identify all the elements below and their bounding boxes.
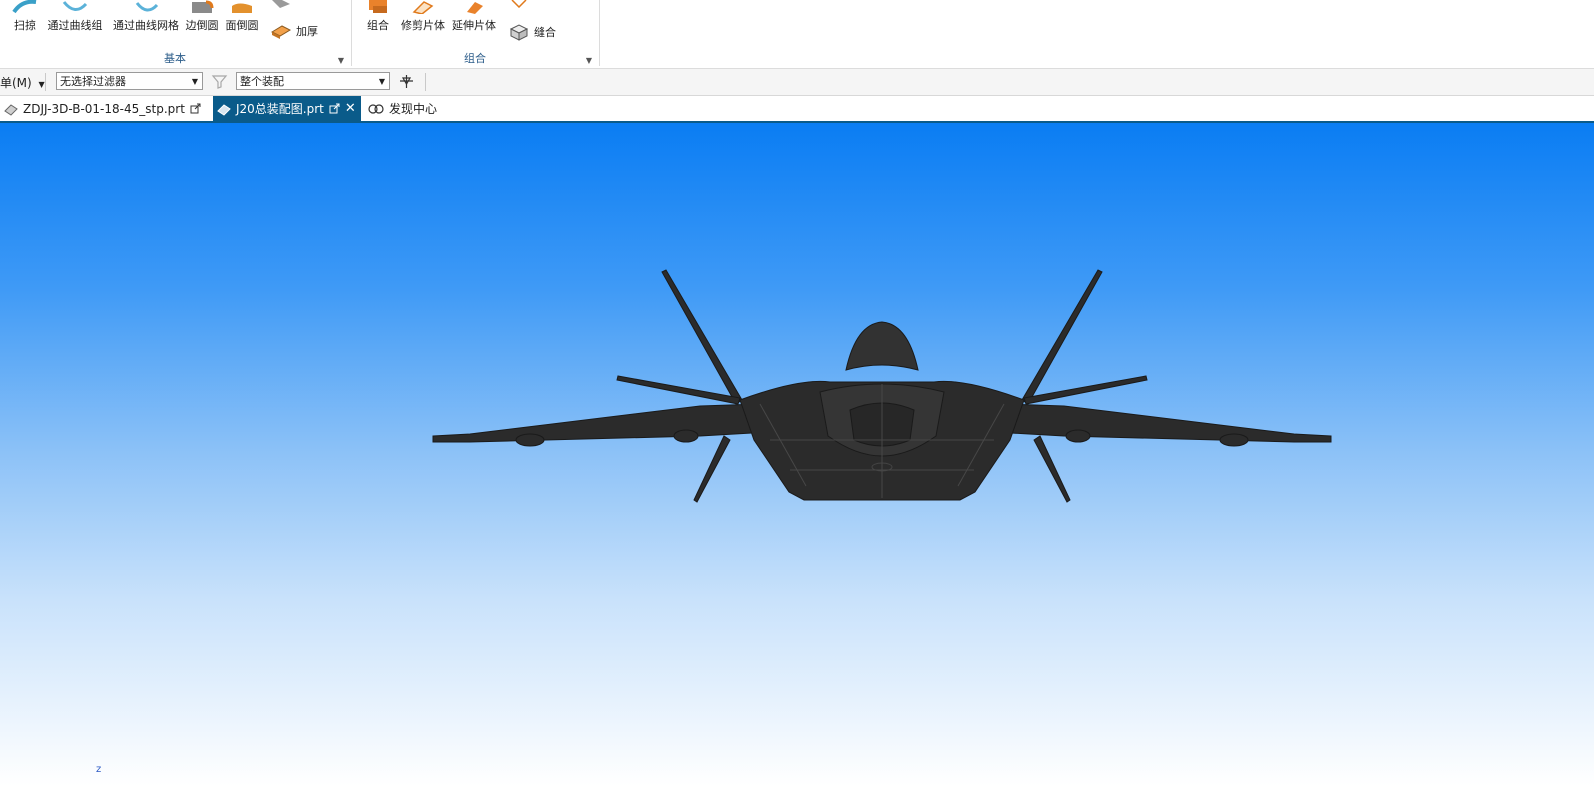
ribbon-group-basic-label: 基本: [164, 52, 186, 65]
extend-sheet-label: 延伸片体: [452, 19, 496, 32]
type-filter-value: 无选择过滤器: [60, 75, 126, 88]
ribbon: 扫掠 通过曲线组 通过曲线网格 边倒圆 面倒圆 加厚 基本 ▼ 组合 修剪片体 …: [0, 0, 1594, 69]
toolbar-divider: [425, 73, 426, 91]
snap-point-icon[interactable]: [397, 73, 417, 91]
curve-mesh-icon: [135, 2, 159, 12]
tab-label: J20总装配图.prt: [236, 102, 324, 116]
graphics-viewport[interactable]: z: [0, 123, 1594, 786]
part-file-icon: [217, 103, 231, 116]
toolbar-divider: [45, 73, 46, 91]
trim-sheet-label: 修剪片体: [401, 19, 445, 32]
menu-button[interactable]: 单(M) ▼: [0, 74, 45, 91]
tab-discovery-center[interactable]: 发现中心: [364, 96, 444, 121]
edge-blend-label: 边倒圆: [185, 19, 219, 32]
sew-icon: [509, 24, 529, 41]
sweep-label: 扫掠: [14, 19, 36, 32]
thicken-label: 加厚: [296, 25, 318, 38]
type-filter-dropdown[interactable]: 无选择过滤器 ▼: [56, 72, 203, 90]
triad-z-label: z: [96, 764, 102, 775]
extend-sheet-icon: [467, 2, 483, 14]
sew-label: 缝合: [534, 26, 556, 39]
sweep-icon: [12, 0, 37, 14]
thicken-button[interactable]: 加厚: [270, 22, 318, 40]
extend-sheet-button[interactable]: 延伸片体: [451, 0, 497, 33]
discovery-icon: [368, 103, 384, 114]
close-icon[interactable]: ✕: [345, 101, 356, 116]
sweep-button[interactable]: 扫掠: [10, 0, 40, 33]
trim-sheet-button[interactable]: 修剪片体: [400, 0, 446, 33]
through-curves-button[interactable]: 通过曲线组: [46, 0, 104, 33]
part-file-icon: [4, 103, 18, 116]
face-blend-label: 面倒圆: [225, 19, 259, 32]
tab-label: ZDJJ-3D-B-01-18-45_stp.prt: [23, 101, 185, 116]
selection-scope-dropdown[interactable]: 整个装配 ▼: [236, 72, 390, 90]
external-edit-icon[interactable]: [190, 103, 201, 114]
ribbon-group-basic: 扫掠 通过曲线组 通过曲线网格 边倒圆 面倒圆 加厚 基本 ▼: [0, 0, 350, 68]
tab-j20-assembly[interactable]: J20总装配图.prt ✕: [213, 96, 361, 121]
ribbon-group-combine: 组合 修剪片体 延伸片体 缝合 组合 ▼: [352, 0, 598, 68]
ribbon-group-combine-label: 组合: [464, 52, 486, 65]
chevron-down-icon: ▼: [191, 77, 198, 86]
chevron-down-icon: ▼: [38, 80, 45, 89]
group-expand-icon[interactable]: ▼: [338, 56, 344, 65]
group-divider: [599, 0, 600, 66]
sew-button[interactable]: 缝合: [508, 22, 556, 42]
thicken-icon: [270, 25, 292, 39]
aircraft-model[interactable]: [0, 123, 1594, 786]
external-edit-icon[interactable]: [329, 103, 340, 114]
tab-zdjj-part[interactable]: ZDJJ-3D-B-01-18-45_stp.prt: [0, 96, 212, 121]
through-curves-label: 通过曲线组: [47, 19, 103, 32]
combine-button[interactable]: 组合: [362, 0, 394, 33]
edge-blend-icon: [192, 0, 214, 13]
selection-scope-value: 整个装配: [240, 75, 284, 88]
tab-label: 发现中心: [389, 102, 438, 116]
face-blend-icon: [232, 3, 252, 13]
trimmed-icon-top: [272, 0, 290, 8]
group-expand-icon[interactable]: ▼: [586, 56, 592, 65]
through-curve-mesh-button[interactable]: 通过曲线网格: [112, 0, 180, 33]
trim-sheet-icon: [412, 1, 434, 14]
menu-label: 单(M): [0, 76, 32, 90]
filter-icon[interactable]: [211, 74, 229, 90]
combine-label: 组合: [367, 19, 389, 32]
patch-icon-top: [511, 0, 527, 8]
through-curves-icon: [62, 1, 88, 11]
through-curve-mesh-label: 通过曲线网格: [113, 19, 179, 32]
combine-icon: [369, 0, 387, 13]
edge-blend-button[interactable]: 边倒圆: [184, 0, 220, 33]
document-tab-bar: ZDJJ-3D-B-01-18-45_stp.prt J20总装配图.prt ✕…: [0, 96, 1594, 123]
face-blend-button[interactable]: 面倒圆: [224, 0, 260, 33]
selection-bar: 单(M) ▼ 无选择过滤器 ▼ 整个装配 ▼: [0, 69, 1594, 96]
chevron-down-icon: ▼: [378, 77, 385, 86]
